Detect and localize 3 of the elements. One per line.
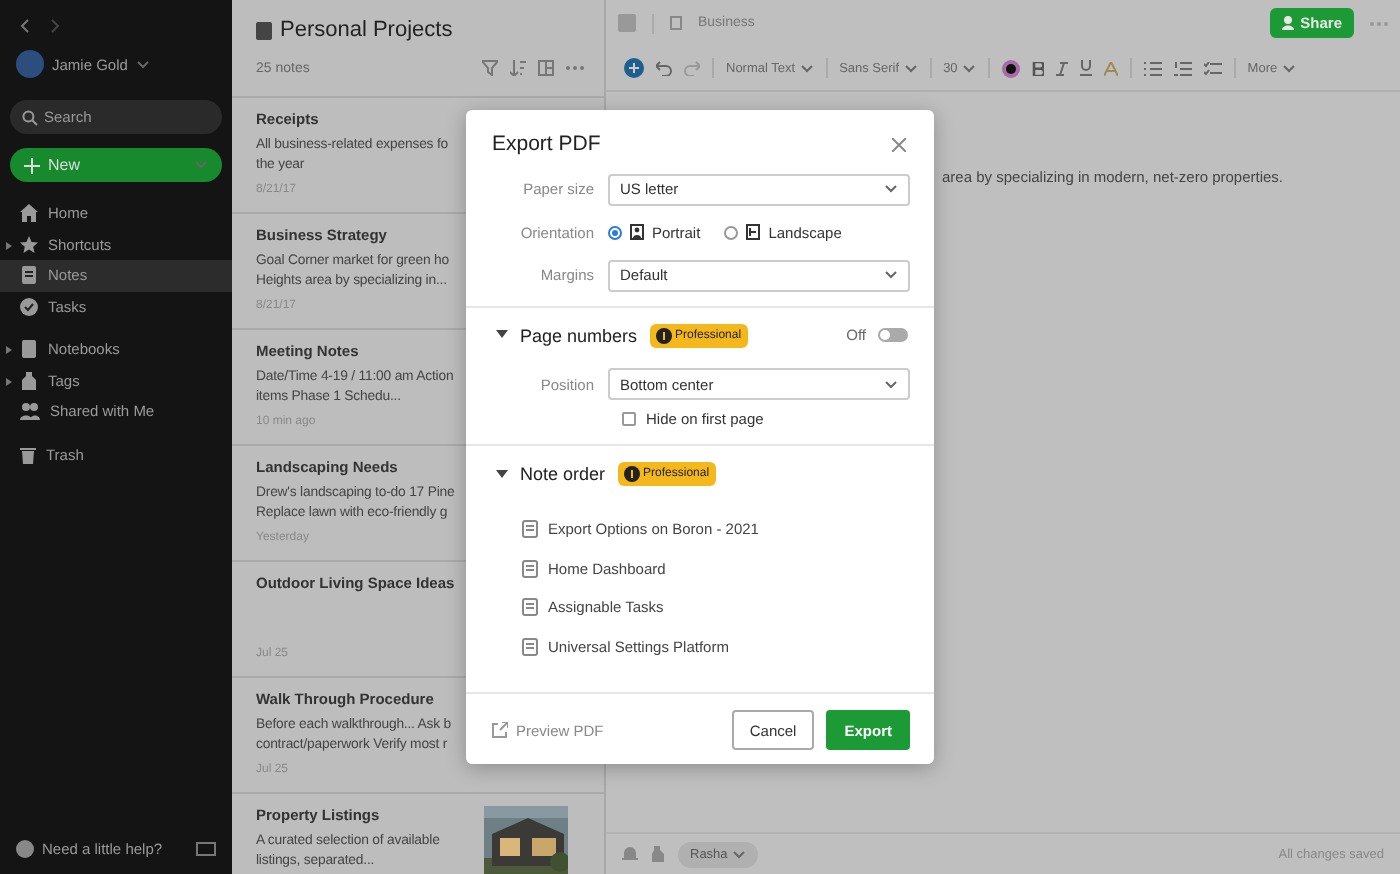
dialog-title: Export PDF (492, 132, 601, 156)
section-title: Note order (520, 464, 606, 484)
notebook-title: Personal Projects (280, 18, 453, 42)
